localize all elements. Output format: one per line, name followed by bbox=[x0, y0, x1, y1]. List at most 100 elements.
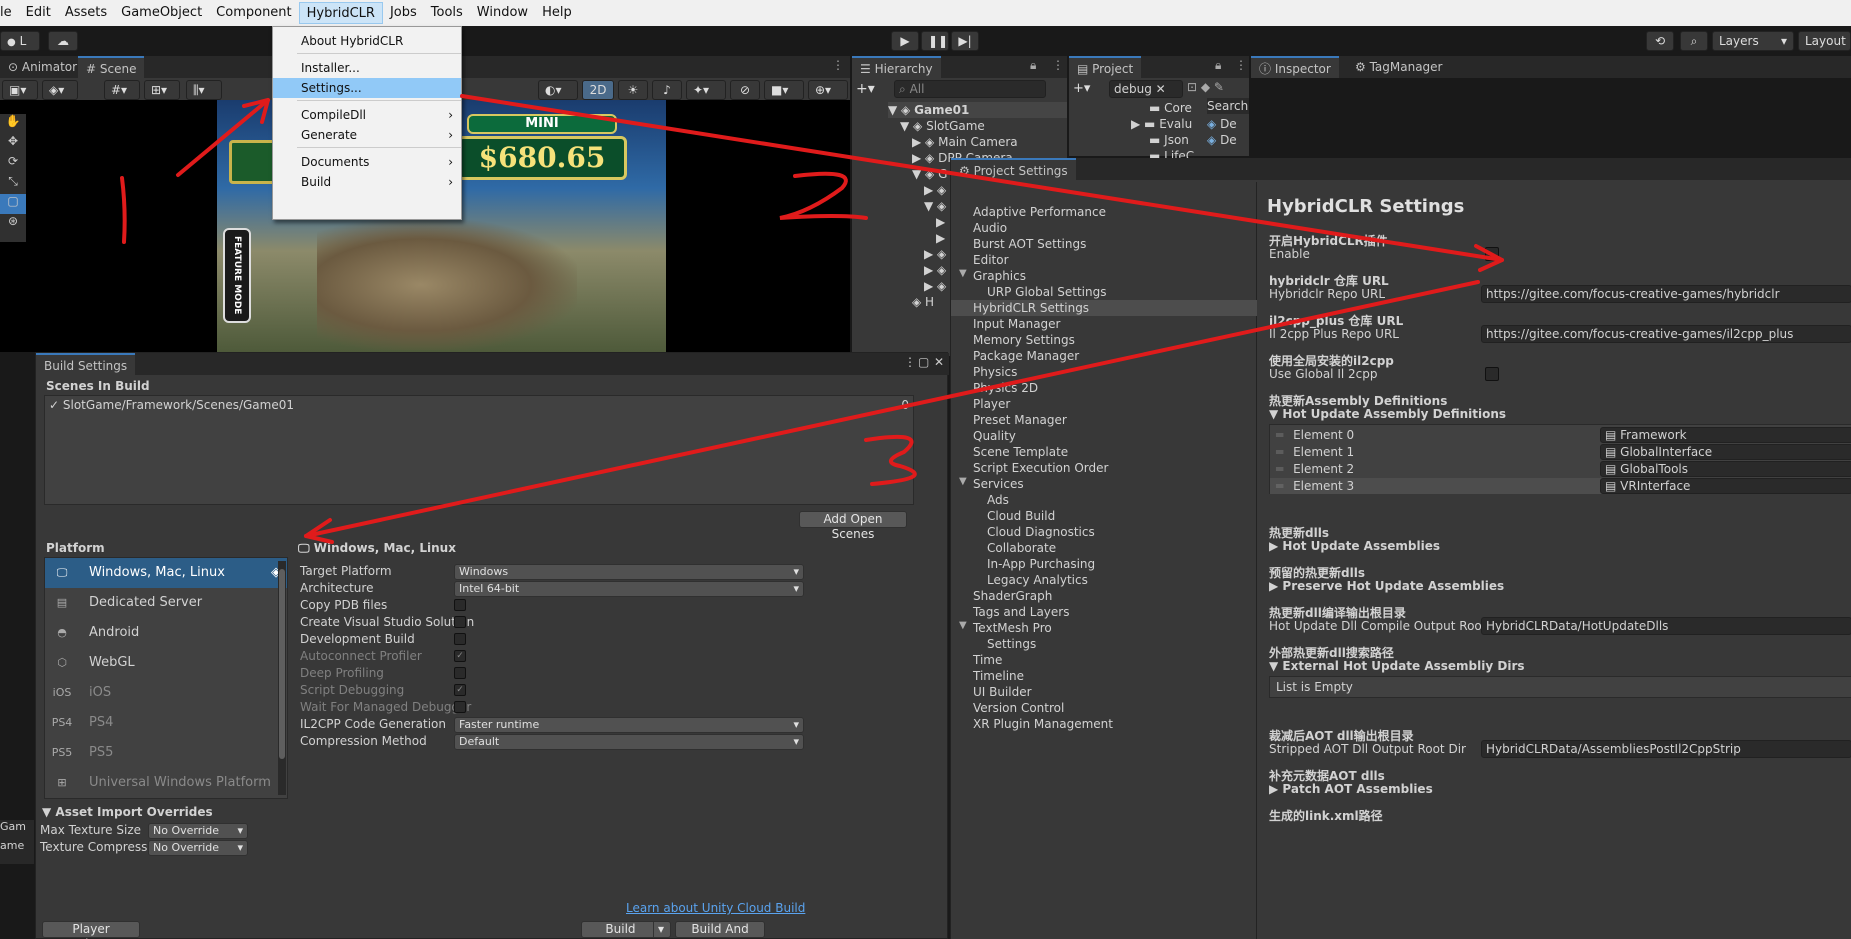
camera-icon[interactable]: ■▾ bbox=[764, 80, 804, 100]
shading-icon[interactable]: ◈▾ bbox=[42, 80, 78, 100]
create-vs-checkbox[interactable] bbox=[454, 616, 466, 628]
tab-project-settings[interactable]: ⚙ Project Settings bbox=[951, 158, 1076, 180]
build-more-icon[interactable]: ⋮ bbox=[904, 355, 916, 369]
layers-dropdown[interactable]: Layers ▾ bbox=[1712, 31, 1794, 51]
platform-item-ios[interactable]: iOS iOS bbox=[45, 678, 287, 708]
menu-hybridclr[interactable]: HybridCLR bbox=[298, 2, 383, 24]
project-more-icon[interactable]: ⋮ bbox=[1235, 58, 1247, 72]
target-platform-dropdown[interactable]: Windows ▾ bbox=[454, 564, 804, 580]
add-icon[interactable]: +▾ bbox=[856, 81, 875, 97]
hierarchy-row[interactable]: ▶ bbox=[936, 214, 945, 230]
enable-checkbox[interactable] bbox=[1485, 247, 1499, 261]
pause-icon[interactable]: ❚❚ bbox=[921, 31, 949, 51]
dev-build-checkbox[interactable] bbox=[454, 633, 466, 645]
account-button[interactable]: ● L ▾ bbox=[0, 31, 40, 68]
texture-compression-dropdown[interactable]: No Override ▾ bbox=[148, 840, 248, 856]
project-folder[interactable]: ▬ Json bbox=[1149, 132, 1189, 148]
tab-project[interactable]: ▤ Project bbox=[1069, 56, 1142, 78]
settings-category[interactable]: Cloud Diagnostics bbox=[987, 524, 1095, 540]
wait-debugger-checkbox[interactable] bbox=[454, 701, 466, 713]
menu-item-generate[interactable]: Generate › bbox=[273, 125, 461, 145]
settings-category[interactable]: Quality bbox=[973, 428, 1016, 444]
menu-item-compiledll[interactable]: CompileDll › bbox=[273, 105, 461, 125]
settings-category[interactable]: Timeline bbox=[973, 668, 1024, 684]
layout-dropdown[interactable]: Layout bbox=[1798, 31, 1851, 51]
settings-category[interactable]: Memory Settings bbox=[973, 332, 1075, 348]
mode-2d-button[interactable]: 2D bbox=[582, 80, 614, 100]
platform-scrollbar-thumb[interactable] bbox=[279, 569, 285, 759]
build-and-run-button[interactable]: Build And Run bbox=[675, 921, 765, 939]
platform-item-android[interactable]: ◓ Android bbox=[45, 618, 287, 648]
lock-icon[interactable]: 🔒︎ bbox=[1030, 58, 1036, 73]
settings-category[interactable]: Ads bbox=[987, 492, 1009, 508]
element-value-field[interactable]: ▤ Framework bbox=[1600, 427, 1851, 443]
project-folder[interactable]: ▶ ▬ Evalu bbox=[1131, 116, 1192, 132]
learn-cloud-build-link[interactable]: Learn about Unity Cloud Build bbox=[626, 901, 805, 915]
platform-item-webgl[interactable]: ⬡ WebGL bbox=[45, 648, 287, 678]
game-tab-label[interactable]: Gam bbox=[0, 820, 34, 833]
services-foldout-icon[interactable]: ▼ bbox=[959, 476, 967, 487]
settings-category[interactable]: Script Execution Order bbox=[973, 460, 1108, 476]
hierarchy-row[interactable]: ▶ ◈ bbox=[924, 262, 946, 278]
compile-dir-field[interactable]: HybridCLRData/HotUpdateDlls bbox=[1481, 617, 1851, 635]
stripped-dir-field[interactable]: HybridCLRData/AssembliesPostIl2CppStrip bbox=[1481, 740, 1851, 758]
max-texture-size-dropdown[interactable]: No Override ▾ bbox=[148, 823, 248, 839]
settings-category[interactable]: Time bbox=[973, 652, 1002, 668]
settings-category[interactable]: Editor bbox=[973, 252, 1009, 268]
il2cpp-url-field[interactable]: https://gitee.com/focus-creative-games/i… bbox=[1481, 325, 1851, 343]
element-value-field[interactable]: ▤ GlobalInterface bbox=[1600, 444, 1851, 460]
search-icon[interactable]: ⌕ bbox=[1680, 31, 1708, 51]
maximize-icon[interactable]: ▢ bbox=[918, 355, 929, 369]
settings-category[interactable]: In-App Purchasing bbox=[987, 556, 1095, 572]
compression-dropdown[interactable]: Default ▾ bbox=[454, 734, 804, 750]
hierarchy-search-input[interactable]: ⌕ All bbox=[894, 80, 1046, 98]
settings-category[interactable]: Physics bbox=[973, 364, 1017, 380]
platform-scrollbar[interactable] bbox=[278, 561, 286, 795]
play-icon[interactable]: ▶ bbox=[891, 31, 919, 51]
menu-file[interactable]: le bbox=[0, 2, 19, 24]
draw-mode-icon[interactable]: ▣▾ bbox=[2, 80, 38, 100]
transform-tool-icon[interactable]: ⊛ bbox=[0, 214, 26, 234]
hierarchy-more-icon[interactable]: ⋮ bbox=[1052, 58, 1064, 72]
il2cpp-codegen-dropdown[interactable]: Faster runtime ▾ bbox=[454, 717, 804, 733]
build-options-chevron-icon[interactable]: ▾ bbox=[652, 922, 664, 937]
settings-category[interactable]: Scene Template bbox=[973, 444, 1068, 460]
hierarchy-row[interactable]: ▶ ◈ bbox=[924, 182, 946, 198]
platform-item-ps4[interactable]: PS4 PS4 bbox=[45, 708, 287, 738]
settings-category[interactable]: UI Builder bbox=[973, 684, 1032, 700]
hierarchy-row[interactable]: ▼ ◈ G bbox=[912, 166, 947, 182]
settings-category[interactable]: Audio bbox=[973, 220, 1007, 236]
settings-category[interactable]: Graphics bbox=[973, 268, 1026, 284]
autoconnect-checkbox[interactable]: ✓ bbox=[454, 650, 466, 662]
hierarchy-row[interactable]: ▼ ◈ Game01 bbox=[888, 102, 1067, 118]
settings-category[interactable]: Physics 2D bbox=[973, 380, 1038, 396]
effects-icon[interactable]: ✦▾ bbox=[686, 80, 726, 100]
filter-icon[interactable]: ⊡ ◆ ✎ bbox=[1187, 80, 1224, 94]
settings-category[interactable]: Settings bbox=[987, 636, 1036, 652]
menu-tools[interactable]: Tools bbox=[424, 2, 470, 24]
hot-dlls-foldout[interactable]: ▶ Hot Update Assemblies bbox=[1269, 539, 1440, 553]
settings-category[interactable]: Version Control bbox=[973, 700, 1064, 716]
hierarchy-row[interactable]: ▶ ◈ Main Camera bbox=[912, 134, 1018, 150]
scale-tool-icon[interactable]: ⤡ bbox=[0, 174, 26, 194]
settings-category[interactable]: Player bbox=[973, 396, 1010, 412]
project-lock-icon[interactable]: 🔒︎ bbox=[1215, 58, 1221, 73]
repo-url-field[interactable]: https://gitee.com/focus-creative-games/h… bbox=[1481, 285, 1851, 303]
hot-asm-def-foldout[interactable]: ▼ Hot Update Assembly Definitions bbox=[1269, 407, 1506, 421]
menu-jobs[interactable]: Jobs bbox=[383, 2, 424, 24]
hand-tool-icon[interactable]: ✋ bbox=[0, 114, 26, 134]
settings-category[interactable]: Package Manager bbox=[973, 348, 1079, 364]
grid-icon[interactable]: #▾ bbox=[104, 80, 140, 100]
move-tool-icon[interactable]: ✥ bbox=[0, 134, 26, 154]
snap-icon[interactable]: ⊞▾ bbox=[144, 80, 180, 100]
menu-help[interactable]: Help bbox=[535, 2, 579, 24]
hierarchy-row[interactable]: ▼ ◈ bbox=[924, 198, 946, 214]
add-open-scenes-button[interactable]: Add Open Scenes bbox=[799, 511, 907, 541]
cloud-icon[interactable]: ☁ bbox=[48, 31, 78, 51]
menu-item-about[interactable]: About HybridCLR bbox=[273, 31, 461, 51]
hierarchy-row[interactable]: ▶ ◈ bbox=[924, 278, 946, 294]
platform-item-uwp[interactable]: ⊞ Universal Windows Platform bbox=[45, 768, 287, 798]
copy-pdb-checkbox[interactable] bbox=[454, 599, 466, 611]
project-result[interactable]: ◈ De bbox=[1207, 132, 1237, 148]
settings-category[interactable]: Legacy Analytics bbox=[987, 572, 1088, 588]
